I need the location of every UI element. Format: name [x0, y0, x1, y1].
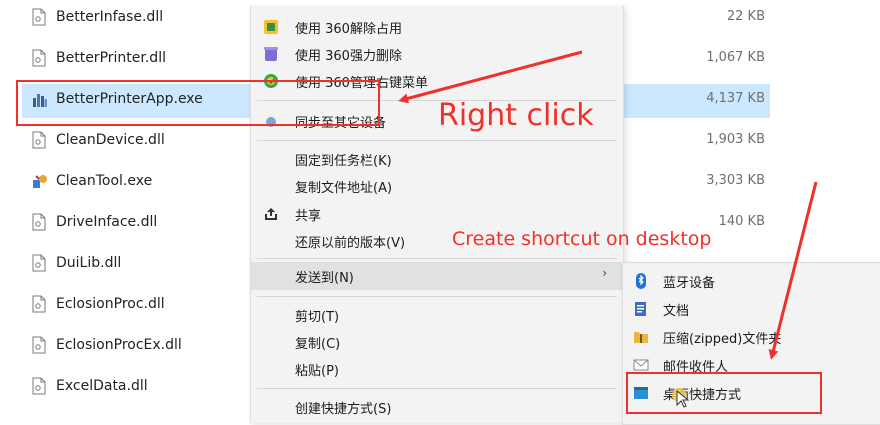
annotation-arrows: [398, 50, 818, 360]
arrow-to-file: [398, 50, 583, 104]
arrow-to-submenu: [768, 181, 818, 360]
